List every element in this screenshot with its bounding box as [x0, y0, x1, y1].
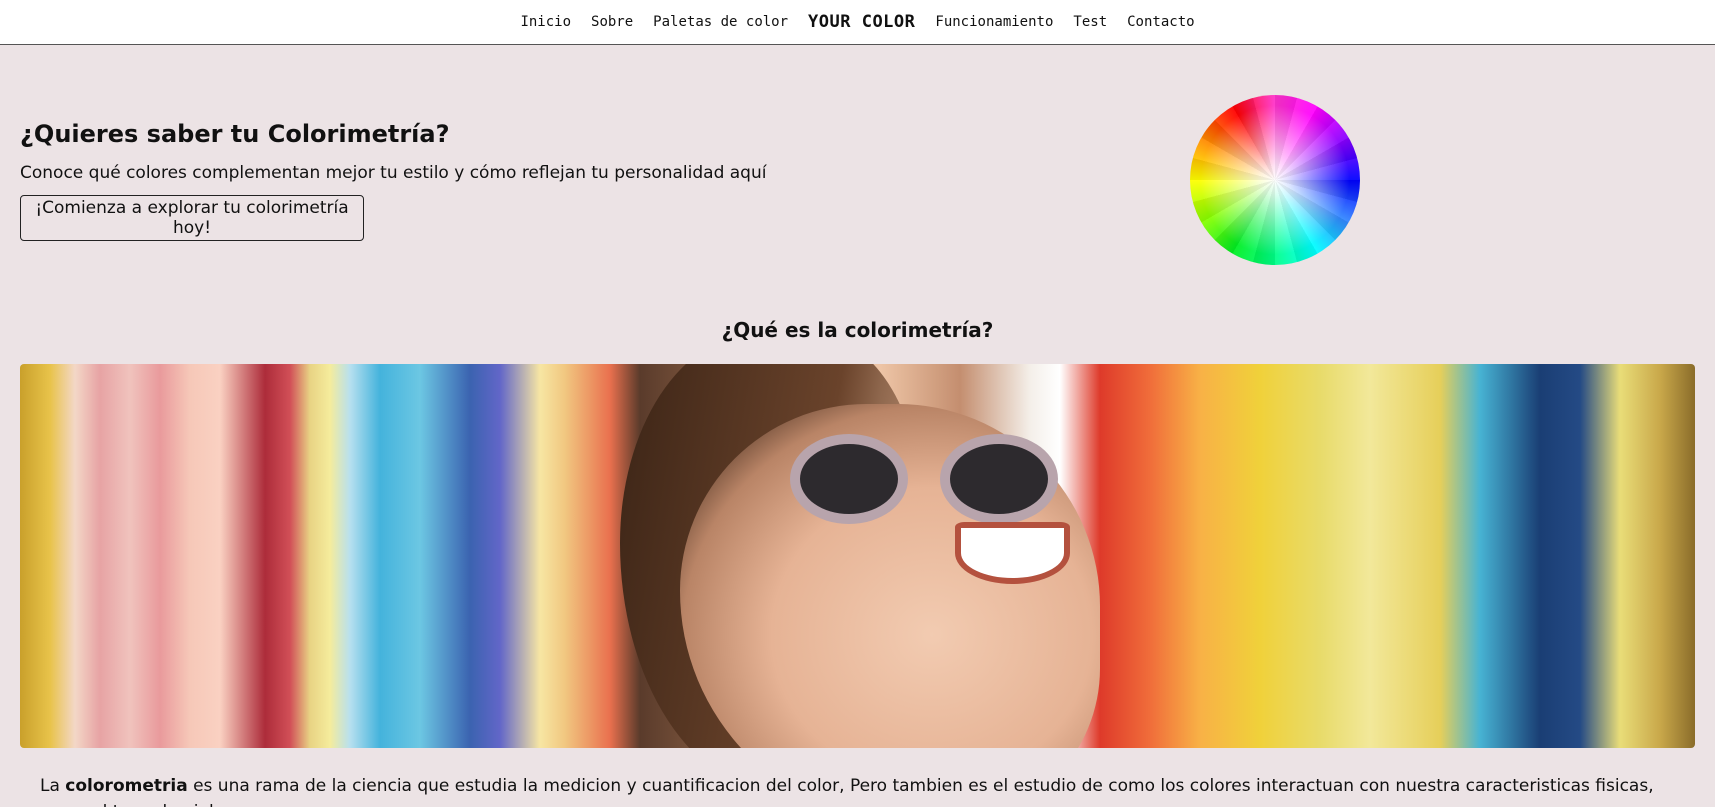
nav-link-contacto[interactable]: Contacto: [1127, 14, 1194, 30]
paragraph-keyword: colorometria: [65, 776, 188, 796]
section-title: ¿Qué es la colorimetría?: [721, 318, 994, 342]
color-wheel-segments: [1190, 95, 1360, 265]
photo-sunglasses: [790, 434, 1080, 524]
nav-link-sobre[interactable]: Sobre: [591, 14, 633, 30]
paragraph-prefix: La: [40, 776, 66, 796]
top-navigation: Inicio Sobre Paletas de color YOUR COLOR…: [0, 0, 1715, 45]
hero-title: ¿Quieres saber tu Colorimetría?: [20, 120, 450, 148]
nav-brand-your-color[interactable]: YOUR COLOR: [808, 12, 915, 32]
nav-link-inicio[interactable]: Inicio: [520, 14, 571, 30]
nav-link-funcionamiento[interactable]: Funcionamiento: [935, 14, 1053, 30]
nav-link-paletas[interactable]: Paletas de color: [653, 14, 788, 30]
photo-lens-right: [940, 434, 1058, 524]
photo-smile: [955, 522, 1070, 584]
paragraph-body: es una rama de la ciencia que estudia la…: [40, 776, 1654, 807]
intro-paragraph: La colorometria es una rama de la cienci…: [40, 773, 1680, 807]
hero-subtitle: Conoce qué colores complementan mejor tu…: [20, 163, 767, 183]
hero-photo: [20, 364, 1695, 748]
photo-lens-left: [790, 434, 908, 524]
explore-button[interactable]: ¡Comienza a explorar tu colorimetría hoy…: [20, 195, 364, 241]
nav-link-test[interactable]: Test: [1073, 14, 1107, 30]
